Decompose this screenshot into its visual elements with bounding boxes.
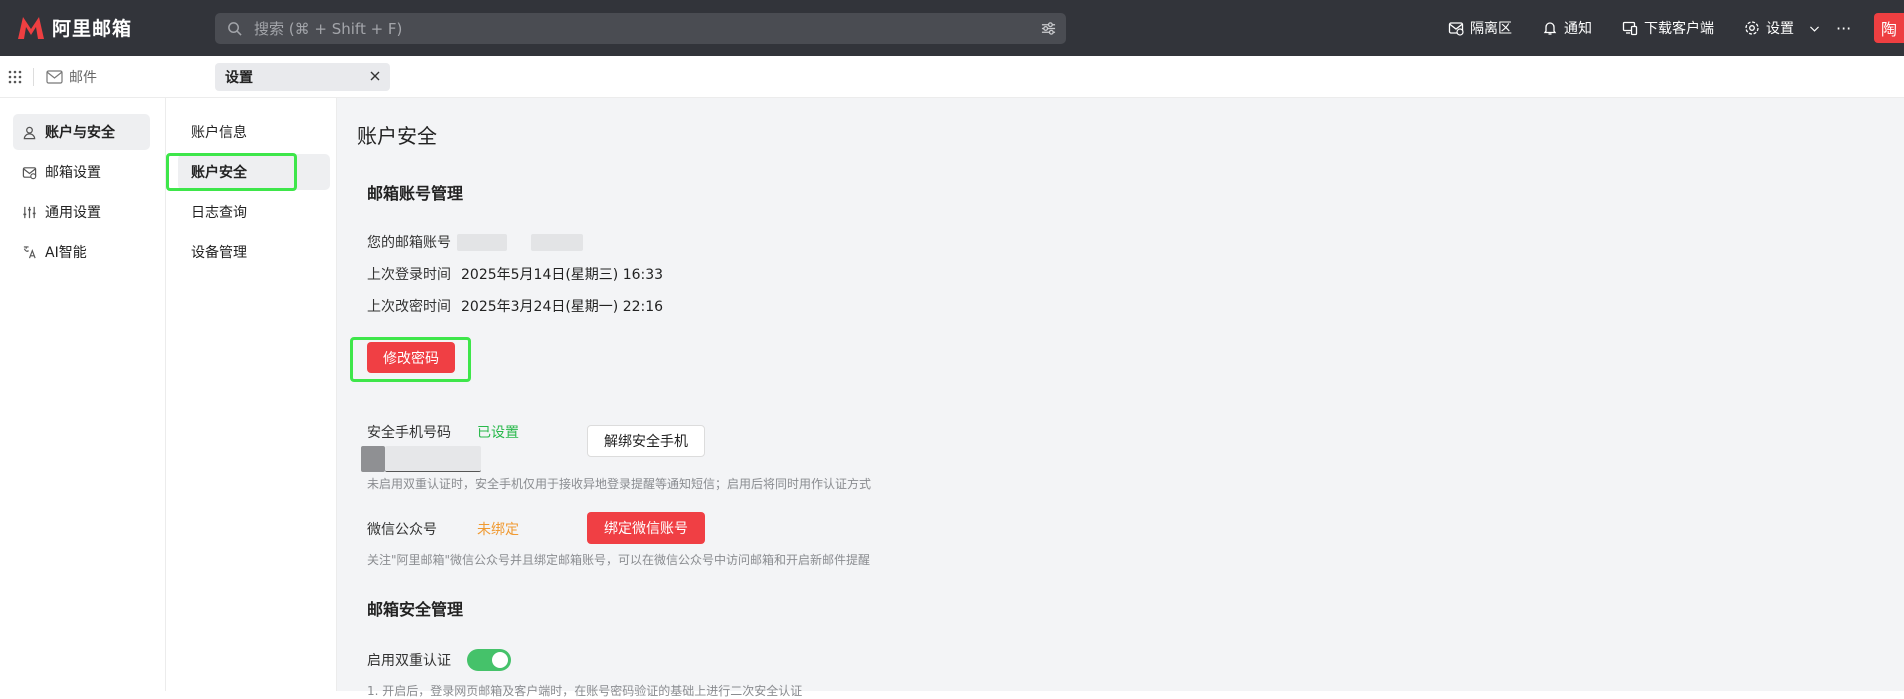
- settings-menu-label: 设置: [1766, 21, 1794, 37]
- devices-icon: [1622, 21, 1638, 36]
- close-icon[interactable]: [368, 69, 382, 83]
- leftnav-item-label: 通用设置: [45, 205, 101, 221]
- two-factor-label: 启用双重认证: [367, 653, 451, 669]
- redacted-phone-part: [361, 446, 385, 472]
- quarantine-button[interactable]: 隔离区: [1448, 0, 1512, 56]
- last-login-row: 上次登录时间 2025年5月14日(星期三) 16:33: [367, 264, 663, 284]
- sub-nav: 账户信息 账户安全 日志查询 设备管理: [166, 98, 337, 691]
- avatar[interactable]: 陶: [1874, 13, 1904, 43]
- last-password-change-value: 2025年3月24日(星期一) 22:16: [461, 299, 664, 315]
- email-row: 您的邮箱账号: [367, 232, 583, 252]
- quarantine-label: 隔离区: [1470, 21, 1512, 37]
- leftnav-item-account-security[interactable]: 账户与安全: [13, 114, 150, 150]
- chevron-down-icon: [1810, 25, 1819, 32]
- subnav-item-log-query[interactable]: 日志查询: [178, 194, 330, 230]
- page-title: 账户安全: [357, 124, 437, 148]
- account-section-title: 邮箱账号管理: [367, 184, 464, 203]
- two-factor-row: 启用双重认证: [367, 650, 451, 670]
- last-password-change-row: 上次改密时间 2025年3月24日(星期一) 22:16: [367, 296, 663, 316]
- left-nav: 账户与安全 邮箱设置 通用设置 AI智能: [0, 98, 166, 691]
- email-label: 您的邮箱账号: [367, 235, 451, 251]
- two-factor-toggle[interactable]: [467, 649, 511, 671]
- wechat-hint: 关注"阿里邮箱"微信公众号并且绑定邮箱账号，可以在微信公众号中访问邮箱和开启新邮…: [367, 553, 871, 567]
- redacted-phone-number: [361, 446, 481, 472]
- last-login-label: 上次登录时间: [367, 267, 451, 283]
- download-client-label: 下载客户端: [1644, 21, 1714, 37]
- subnav-item-label: 账户安全: [191, 165, 247, 181]
- quarantine-icon: [1448, 22, 1464, 36]
- tab-settings-label: 设置: [225, 70, 253, 86]
- gear-icon: [1745, 21, 1759, 35]
- expand-menu-button[interactable]: [1808, 0, 1821, 56]
- phone-status-badge: 已设置: [477, 425, 519, 441]
- app-logo[interactable]: 阿里邮箱: [16, 14, 132, 41]
- search-bar[interactable]: [215, 13, 1066, 44]
- settings-menu-button[interactable]: 设置: [1744, 0, 1794, 56]
- subnav-item-account-security[interactable]: 账户安全: [178, 154, 330, 190]
- subnav-item-device-management[interactable]: 设备管理: [178, 234, 330, 270]
- user-icon: [23, 126, 36, 139]
- leftnav-item-label: 邮箱设置: [45, 165, 101, 181]
- logo-m-icon: [18, 16, 44, 39]
- toggle-knob: [492, 652, 508, 668]
- tab-mail[interactable]: 邮件: [46, 67, 97, 87]
- download-client-button[interactable]: 下载客户端: [1622, 0, 1714, 56]
- search-icon: [228, 22, 242, 36]
- main-content: 账户安全 邮箱账号管理 您的邮箱账号 上次登录时间 2025年5月14日(星期三…: [337, 98, 1904, 698]
- redacted-email-part: [457, 233, 507, 251]
- tab-mail-label: 邮件: [69, 70, 97, 86]
- filter-sliders-icon[interactable]: [1041, 21, 1056, 36]
- redacted-phone-part: [385, 446, 481, 472]
- mail-icon: [46, 70, 63, 84]
- change-password-button[interactable]: 修改密码: [367, 342, 455, 373]
- subnav-item-label: 设备管理: [191, 245, 247, 261]
- bell-icon: [1543, 22, 1557, 35]
- leftnav-item-general-settings[interactable]: 通用设置: [13, 194, 150, 230]
- notifications-label: 通知: [1564, 21, 1592, 37]
- more-label: ···: [1836, 18, 1852, 38]
- leftnav-item-mailbox-settings[interactable]: 邮箱设置: [13, 154, 150, 190]
- wechat-status-badge: 未绑定: [477, 522, 519, 538]
- top-bar: 阿里邮箱 隔离区 通知: [0, 0, 1904, 56]
- tab-divider: [33, 68, 34, 86]
- leftnav-item-ai[interactable]: AI智能: [13, 234, 150, 270]
- phone-label-row: 安全手机号码: [367, 422, 451, 442]
- subnav-item-account-info[interactable]: 账户信息: [178, 114, 330, 150]
- search-input[interactable]: [254, 19, 1014, 38]
- last-password-change-label: 上次改密时间: [367, 299, 451, 315]
- subnav-item-label: 账户信息: [191, 125, 247, 141]
- logo-text: 阿里邮箱: [52, 18, 133, 40]
- tab-settings[interactable]: 设置: [215, 63, 390, 91]
- apps-grid-icon[interactable]: [7, 69, 23, 85]
- avatar-initial: 陶: [1880, 20, 1897, 39]
- redacted-email-part: [531, 233, 583, 251]
- wechat-label-row: 微信公众号: [367, 519, 437, 539]
- leftnav-item-label: AI智能: [45, 245, 87, 261]
- leftnav-item-label: 账户与安全: [45, 125, 115, 141]
- more-button[interactable]: ···: [1836, 0, 1851, 56]
- subnav-item-label: 日志查询: [191, 205, 247, 221]
- notifications-button[interactable]: 通知: [1542, 0, 1592, 56]
- unbind-phone-button[interactable]: 解绑安全手机: [587, 425, 705, 457]
- sliders-icon: [23, 206, 36, 218]
- tab-bar: 邮件 设置: [0, 56, 1904, 98]
- wechat-label: 微信公众号: [367, 522, 437, 538]
- phone-hint: 未启用双重认证时，安全手机仅用于接收异地登录提醒等通知短信；启用后将同时用作认证…: [367, 477, 872, 491]
- last-login-value: 2025年5月14日(星期三) 16:33: [461, 267, 664, 283]
- security-phone-label: 安全手机号码: [367, 425, 451, 441]
- security-section-title: 邮箱安全管理: [367, 600, 464, 619]
- mailbox-settings-icon: [22, 166, 37, 179]
- ai-translate-icon: [23, 245, 36, 258]
- bind-wechat-button[interactable]: 绑定微信账号: [587, 512, 705, 544]
